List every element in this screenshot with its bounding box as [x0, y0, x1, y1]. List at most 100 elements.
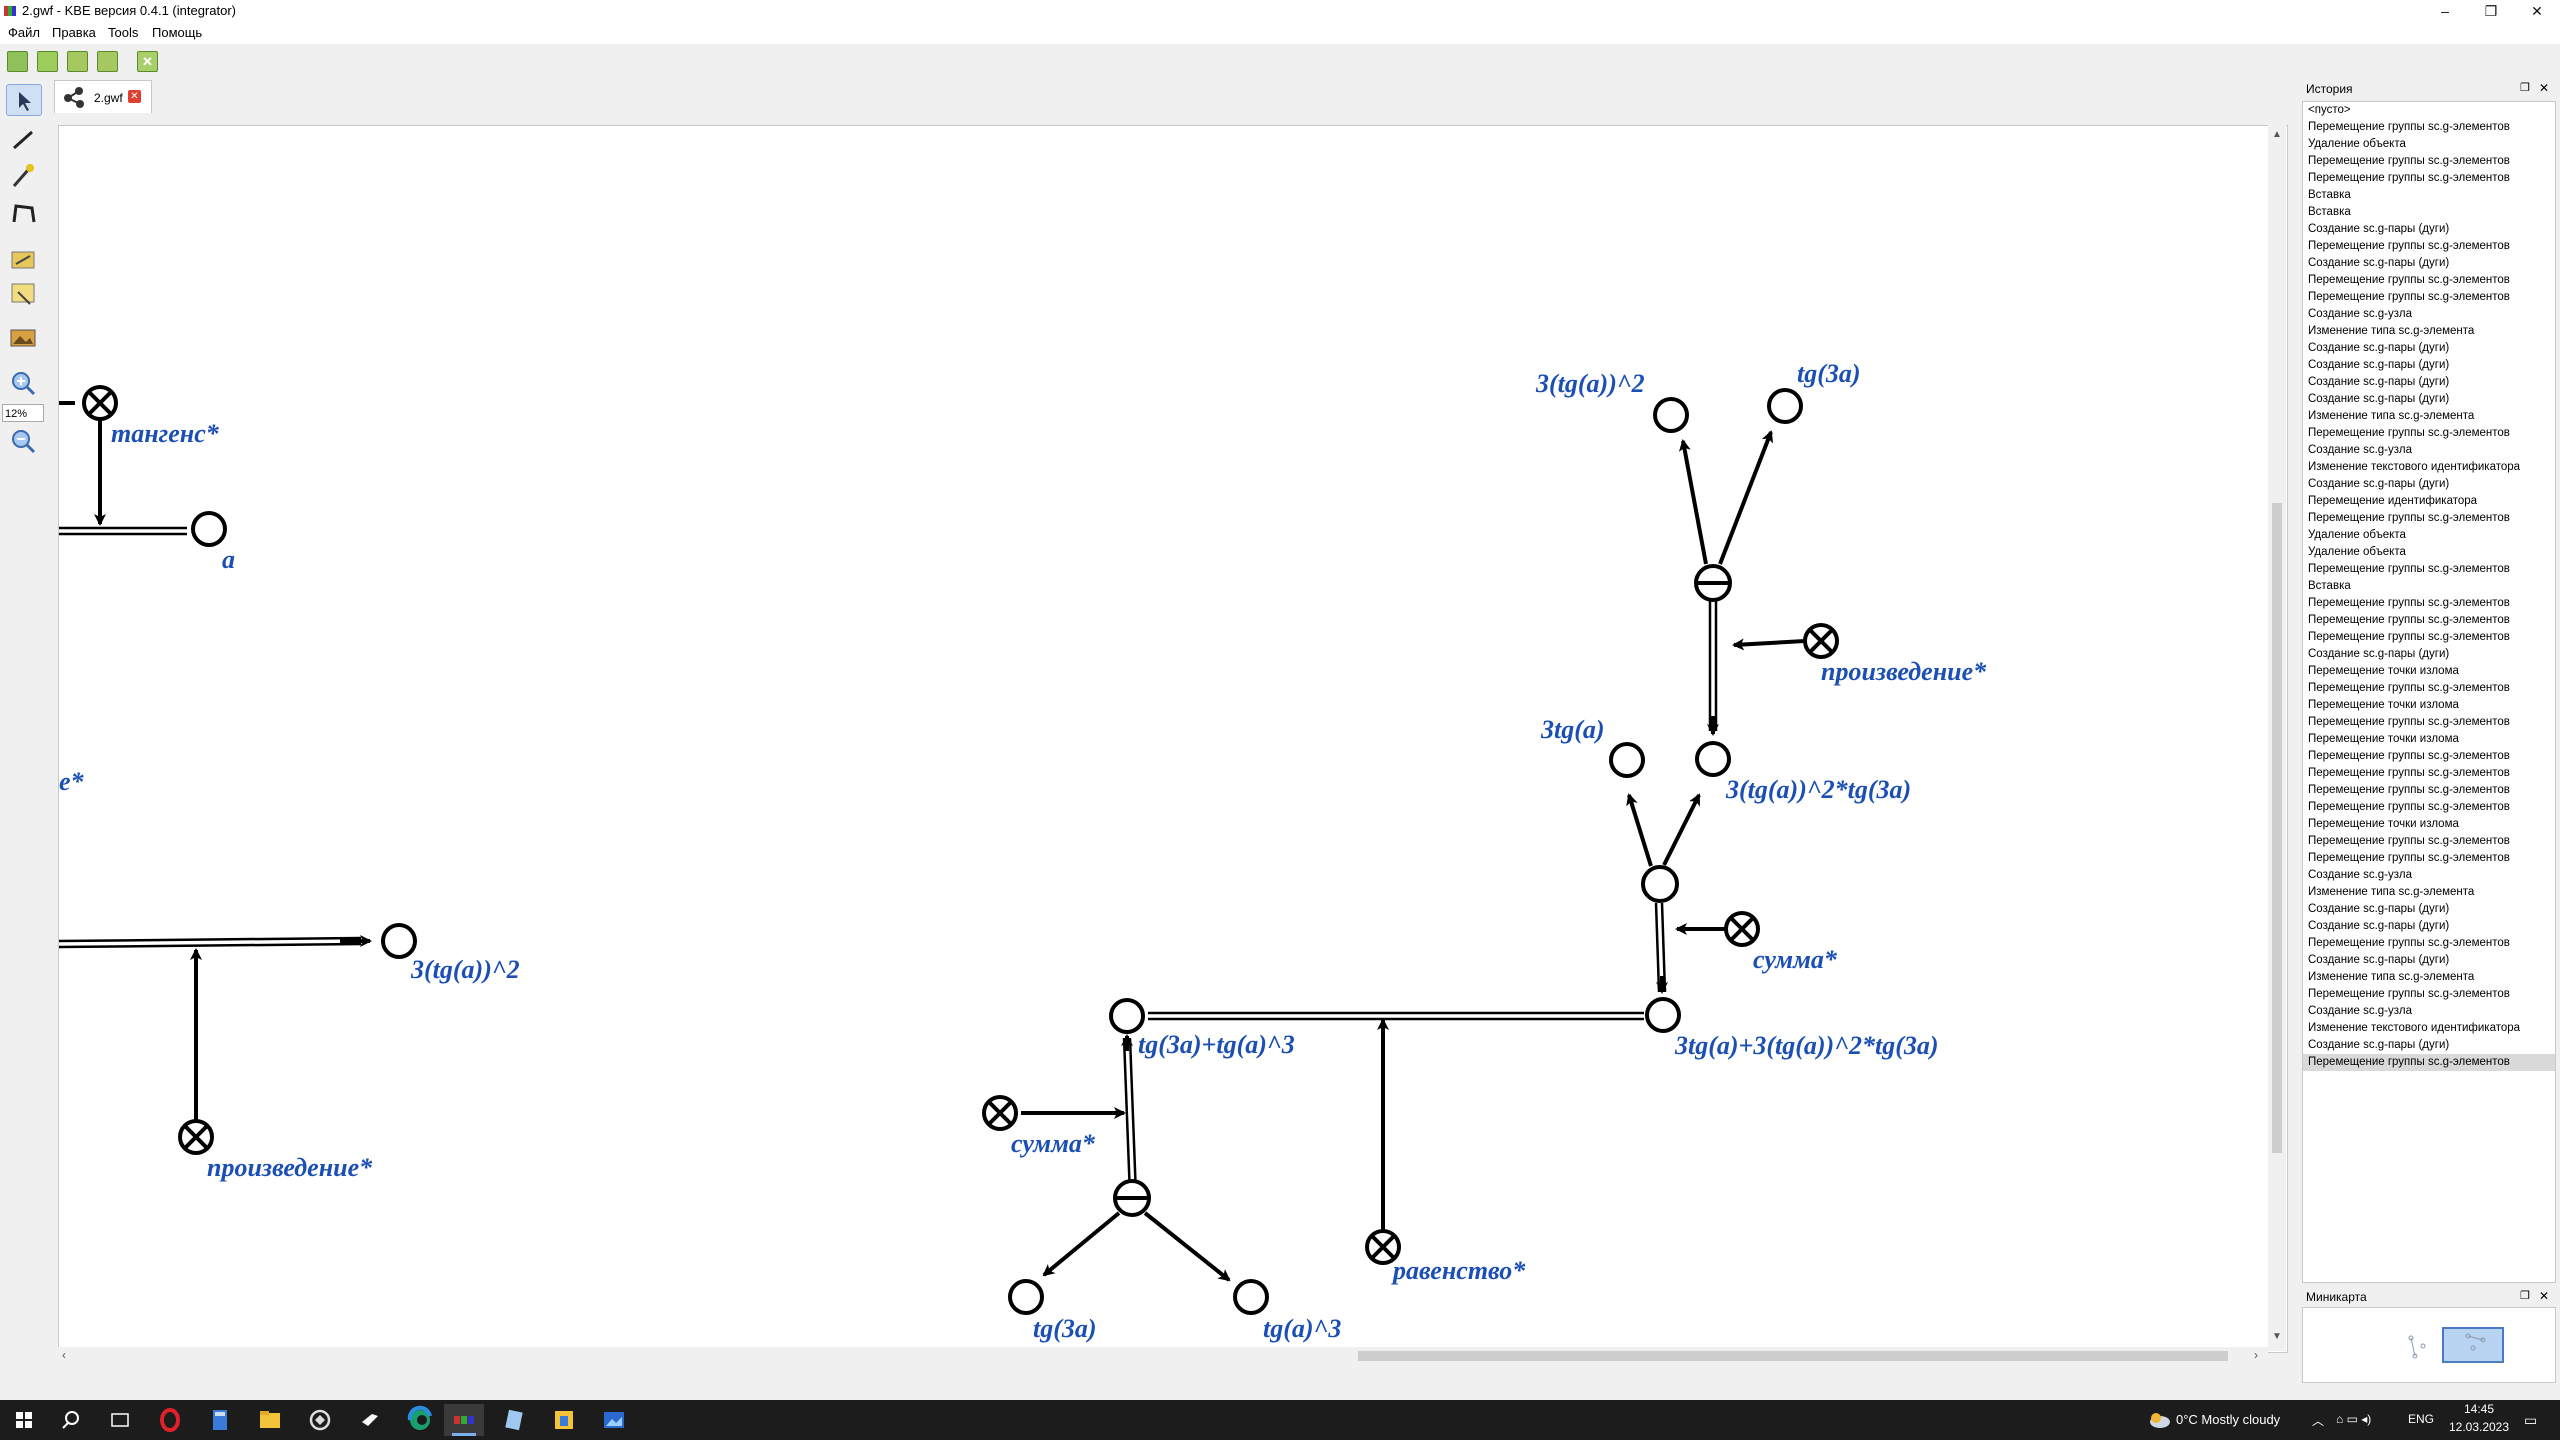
vertical-scroll-thumb[interactable]: [2272, 503, 2282, 1153]
history-item[interactable]: Перемещение группы sc.g-элементов: [2303, 935, 2555, 952]
history-item[interactable]: Перемещение группы sc.g-элементов: [2303, 510, 2555, 527]
clock-date[interactable]: 12.03.2023: [2446, 1420, 2512, 1434]
history-item[interactable]: Перемещение группы sc.g-элементов: [2303, 595, 2555, 612]
opera-icon[interactable]: [150, 1404, 190, 1436]
history-item[interactable]: Изменение типа sc.g-элемента: [2303, 969, 2555, 986]
steam-icon[interactable]: [350, 1404, 390, 1436]
file-explorer-icon[interactable]: [250, 1404, 290, 1436]
history-item[interactable]: Создание sc.g-пары (дуги): [2303, 646, 2555, 663]
scroll-right-arrow[interactable]: ›: [2254, 1348, 2258, 1362]
brush-icon[interactable]: [6, 160, 40, 190]
new-file-icon[interactable]: [7, 51, 28, 72]
minimap-float-icon[interactable]: ❐: [2520, 1289, 2530, 1302]
minimap[interactable]: [2302, 1307, 2556, 1383]
history-item[interactable]: Вставка: [2303, 187, 2555, 204]
history-item[interactable]: Изменение типа sc.g-элемента: [2303, 884, 2555, 901]
history-item[interactable]: Перемещение группы sc.g-элементов: [2303, 629, 2555, 646]
start-button[interactable]: [4, 1404, 44, 1436]
history-item[interactable]: Изменение типа sc.g-элемента: [2303, 323, 2555, 340]
history-item[interactable]: Создание sc.g-пары (дуги): [2303, 357, 2555, 374]
contour-icon[interactable]: [6, 198, 40, 228]
select-pointer-icon[interactable]: [6, 84, 42, 116]
history-item[interactable]: Создание sc.g-пары (дуги): [2303, 1037, 2555, 1054]
history-item[interactable]: Перемещение точки излома: [2303, 697, 2555, 714]
history-item[interactable]: Создание sc.g-узла: [2303, 306, 2555, 323]
scroll-up-arrow[interactable]: ▲: [2272, 129, 2282, 140]
open-folder-icon[interactable]: [37, 51, 58, 72]
tray-system-icons[interactable]: ⌂ ▭ ◂): [2336, 1412, 2371, 1426]
save-all-icon[interactable]: [97, 51, 118, 72]
history-item[interactable]: Перемещение точки излома: [2303, 731, 2555, 748]
scroll-left-arrow[interactable]: ‹: [62, 1348, 66, 1362]
history-item[interactable]: Удаление объекта: [2303, 136, 2555, 153]
menu-edit[interactable]: Правка: [52, 25, 96, 40]
history-item[interactable]: Перемещение группы sc.g-элементов: [2303, 714, 2555, 731]
history-item[interactable]: Перемещение группы sc.g-элементов: [2303, 680, 2555, 697]
close-icon[interactable]: ✕: [137, 51, 158, 72]
history-item[interactable]: Перемещение группы sc.g-элементов: [2303, 782, 2555, 799]
picture-icon[interactable]: [6, 322, 40, 352]
history-item[interactable]: Создание sc.g-узла: [2303, 1003, 2555, 1020]
horizontal-scrollbar[interactable]: ‹ ›: [58, 1347, 2268, 1365]
tab-close-button[interactable]: ✕: [128, 90, 141, 103]
horizontal-scroll-thumb[interactable]: [1358, 1351, 2228, 1361]
history-item[interactable]: <пусто>: [2303, 102, 2555, 119]
history-item[interactable]: Перемещение группы sc.g-элементов: [2303, 238, 2555, 255]
minimap-close-icon[interactable]: ✕: [2539, 1289, 2549, 1303]
history-item[interactable]: Создание sc.g-пары (дуги): [2303, 901, 2555, 918]
close-window-button[interactable]: ✕: [2514, 0, 2560, 22]
history-item[interactable]: Перемещение группы sc.g-элементов: [2303, 799, 2555, 816]
pencil-arc-icon[interactable]: [6, 124, 40, 154]
history-item[interactable]: Перемещение группы sc.g-элементов: [2303, 170, 2555, 187]
history-item[interactable]: Перемещение группы sc.g-элементов: [2303, 748, 2555, 765]
notepad-icon[interactable]: [494, 1404, 534, 1436]
history-item[interactable]: Перемещение группы sc.g-элементов: [2303, 612, 2555, 629]
history-item[interactable]: Вставка: [2303, 578, 2555, 595]
history-item[interactable]: Перемещение группы sc.g-элементов: [2303, 850, 2555, 867]
calculator-icon[interactable]: [200, 1404, 240, 1436]
zoom-select[interactable]: 12%: [2, 404, 44, 422]
history-item[interactable]: Создание sc.g-пары (дуги): [2303, 340, 2555, 357]
save-icon[interactable]: [67, 51, 88, 72]
history-item[interactable]: Создание sc.g-пары (дуги): [2303, 952, 2555, 969]
kbe-app-button[interactable]: [444, 1404, 484, 1436]
history-item[interactable]: Перемещение группы sc.g-элементов: [2303, 119, 2555, 136]
search-icon[interactable]: [52, 1404, 92, 1436]
history-item[interactable]: Изменение текстового идентификатора: [2303, 1020, 2555, 1037]
menu-help[interactable]: Помощь: [152, 25, 202, 40]
image-edit-icon[interactable]: [6, 244, 40, 274]
history-item[interactable]: Перемещение группы sc.g-элементов: [2303, 289, 2555, 306]
history-item[interactable]: Вставка: [2303, 204, 2555, 221]
history-item[interactable]: Создание sc.g-узла: [2303, 867, 2555, 884]
history-item[interactable]: Создание sc.g-пары (дуги): [2303, 476, 2555, 493]
input-language[interactable]: ENG: [2408, 1412, 2434, 1426]
history-list[interactable]: <пусто> Перемещение группы sc.g-элементов…: [2302, 101, 2556, 1283]
history-item[interactable]: Удаление объекта: [2303, 527, 2555, 544]
history-item[interactable]: Создание sc.g-пары (дуги): [2303, 374, 2555, 391]
notification-icon[interactable]: ▭: [2524, 1412, 2537, 1429]
scroll-down-arrow[interactable]: ▼: [2272, 1331, 2282, 1342]
panel-float-icon[interactable]: ❐: [2520, 81, 2530, 94]
history-item[interactable]: Удаление объекта: [2303, 544, 2555, 561]
history-item[interactable]: Перемещение группы sc.g-элементов: [2303, 425, 2555, 442]
history-item[interactable]: Создание sc.g-пары (дуги): [2303, 391, 2555, 408]
history-item[interactable]: Перемещение группы sc.g-элементов: [2303, 153, 2555, 170]
history-item[interactable]: Перемещение группы sc.g-элементов: [2303, 986, 2555, 1003]
history-item[interactable]: Перемещение группы sc.g-элементов: [2303, 765, 2555, 782]
history-item[interactable]: Перемещение группы sc.g-элементов: [2303, 833, 2555, 850]
weather-text[interactable]: 0°C Mostly cloudy: [2176, 1412, 2280, 1427]
tray-chevron-icon[interactable]: ︿: [2312, 1412, 2324, 1429]
edge-browser-icon[interactable]: [400, 1404, 440, 1436]
history-item[interactable]: Создание sc.g-пары (дуги): [2303, 918, 2555, 935]
explorer-window-icon[interactable]: [544, 1404, 584, 1436]
app-ring-icon[interactable]: [300, 1404, 340, 1436]
history-item[interactable]: Перемещение группы sc.g-элементов: [2303, 272, 2555, 289]
history-item[interactable]: Изменение текстового идентификатора: [2303, 459, 2555, 476]
history-item[interactable]: Изменение типа sc.g-элемента: [2303, 408, 2555, 425]
find-icon[interactable]: [6, 278, 40, 308]
history-item[interactable]: Создание sc.g-узла: [2303, 442, 2555, 459]
photos-icon[interactable]: [594, 1404, 634, 1436]
panel-close-icon[interactable]: ✕: [2539, 81, 2549, 95]
history-item[interactable]: Создание sc.g-пары (дуги): [2303, 221, 2555, 238]
maximize-button[interactable]: ❐: [2468, 0, 2514, 22]
